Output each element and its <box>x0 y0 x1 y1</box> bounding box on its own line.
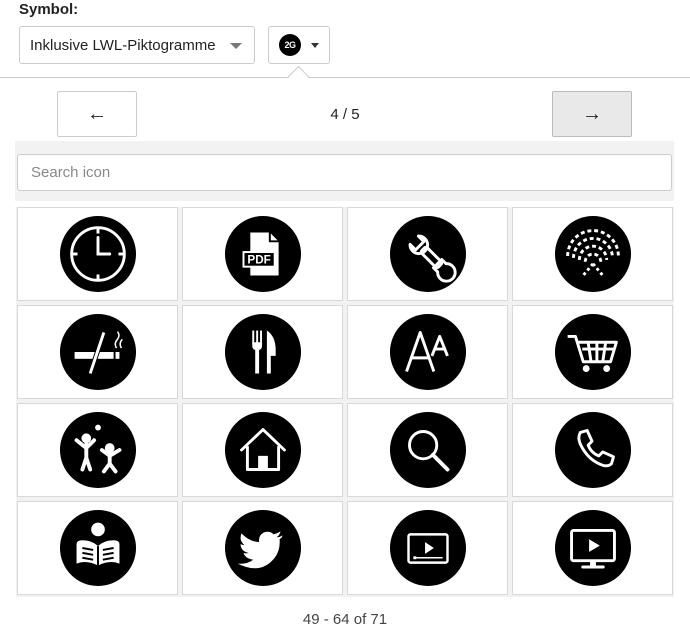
icon-option[interactable] <box>512 501 673 595</box>
svg-text:PDF: PDF <box>247 254 270 267</box>
symbol-label: Symbol: <box>19 1 79 18</box>
shopping-cart-icon <box>554 313 631 391</box>
previous-page-button[interactable]: ← <box>57 91 137 137</box>
icon-option[interactable] <box>512 403 673 497</box>
monitor-play-icon <box>554 509 631 587</box>
result-count: 49 - 64 of 71 <box>302 611 388 628</box>
icon-option[interactable] <box>17 501 178 595</box>
search-icon-input[interactable] <box>17 154 672 191</box>
icon-option[interactable] <box>182 403 343 497</box>
pdf-document-icon: PDF <box>224 215 301 293</box>
wifi-signal-icon <box>554 215 631 293</box>
fork-knife-icon <box>224 313 301 391</box>
person-reading-icon <box>59 509 136 587</box>
chevron-down-icon <box>230 43 242 49</box>
icon-set-select-value: Inklusive LWL-Piktogramme <box>30 36 216 54</box>
wrench-icon <box>389 215 466 293</box>
icon-option[interactable] <box>17 305 178 399</box>
clock-icon <box>59 215 136 293</box>
next-page-button[interactable]: → <box>552 91 632 137</box>
font-size-icon <box>389 313 466 391</box>
icon-option[interactable] <box>347 207 508 301</box>
icon-option[interactable] <box>17 403 178 497</box>
selected-icon-badge: 2G <box>279 34 301 56</box>
icon-option[interactable] <box>182 501 343 595</box>
no-smoking-icon <box>59 313 136 391</box>
icon-set-select[interactable]: Inklusive LWL-Piktogramme <box>19 26 255 64</box>
selected-icon-dropdown[interactable]: 2G <box>268 26 330 64</box>
icon-option[interactable] <box>347 403 508 497</box>
home-icon <box>224 411 301 489</box>
chevron-down-icon <box>311 43 319 48</box>
icon-option[interactable] <box>347 305 508 399</box>
icon-option[interactable]: PDF <box>182 207 343 301</box>
twitter-bird-icon <box>224 509 301 587</box>
video-player-icon <box>389 509 466 587</box>
phone-icon <box>554 411 631 489</box>
icon-option[interactable] <box>182 305 343 399</box>
icon-option[interactable] <box>512 207 673 301</box>
icon-option[interactable] <box>17 207 178 301</box>
icon-option[interactable] <box>347 501 508 595</box>
search-magnifier-icon <box>389 411 466 489</box>
icon-option[interactable] <box>512 305 673 399</box>
children-playing-icon <box>59 411 136 489</box>
page-indicator: 4 / 5 <box>330 106 360 123</box>
icon-grid: PDF <box>16 207 674 597</box>
